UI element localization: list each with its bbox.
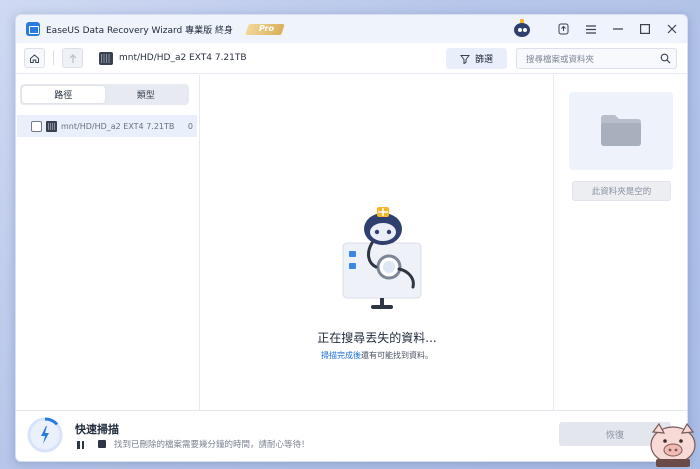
pro-badge-label: Pro xyxy=(258,24,275,33)
folder-icon xyxy=(601,115,641,146)
filter-icon xyxy=(459,54,470,64)
search-icon xyxy=(660,53,671,64)
drive-icon xyxy=(46,120,57,132)
search-placeholder: 搜尋檔案或資料夾 xyxy=(526,54,595,65)
toolbar-divider xyxy=(53,51,54,65)
preview-thumbnail xyxy=(569,92,673,170)
arrow-up-icon xyxy=(69,53,76,63)
assistant-robot-icon[interactable] xyxy=(510,19,534,39)
scan-status-rest: 還有可能找到資料。 xyxy=(361,351,433,360)
scan-type-title: 快速掃描 xyxy=(75,423,119,436)
tree-item-label: mnt/HD/HD_a2 EXT4 7.21TB xyxy=(61,121,175,131)
maximize-icon[interactable] xyxy=(631,15,658,43)
home-button[interactable] xyxy=(24,48,45,68)
scanning-robot-illustration xyxy=(342,207,422,309)
app-window: EaseUS Data Recovery Wizard 專業版 終身 Pro m… xyxy=(15,14,688,462)
scan-status-title: 正在搜尋丟失的資料... xyxy=(317,331,437,345)
main-content: 正在搜尋丟失的資料... 掃描完成後還有可能找到資料。 xyxy=(201,75,553,410)
tree-item-checkbox[interactable] xyxy=(31,120,42,132)
up-folder-button[interactable] xyxy=(62,48,83,68)
status-bar: 快速掃描 找到已刪除的檔案需要幾分鐘的時間，請耐心等待！ 恢復 xyxy=(16,410,687,461)
menu-icon[interactable] xyxy=(577,15,604,43)
app-logo-icon xyxy=(26,22,40,36)
home-icon xyxy=(30,53,39,63)
title-bar: EaseUS Data Recovery Wizard 專業版 終身 Pro xyxy=(16,15,687,43)
view-switch: 路徑 類型 xyxy=(20,84,189,105)
sidebar: 路徑 類型 mnt/HD/HD_a2 EXT4 7.21TB 0 xyxy=(16,75,200,410)
tab-path[interactable]: 路徑 xyxy=(22,86,105,103)
preview-panel: 此資料夾是空的 xyxy=(553,75,687,410)
tree-item-drive[interactable]: mnt/HD/HD_a2 EXT4 7.21TB 0 xyxy=(17,115,197,137)
close-icon[interactable] xyxy=(658,15,685,43)
tab-type[interactable]: 類型 xyxy=(105,86,188,103)
search-input[interactable]: 搜尋檔案或資料夾 xyxy=(516,48,677,69)
scan-status-subtitle: 掃描完成後還有可能找到資料。 xyxy=(201,350,553,361)
pro-badge: Pro xyxy=(241,22,285,36)
toolbar: mnt/HD/HD_a2 EXT4 7.21TB 篩選 搜尋檔案或資料夾 xyxy=(16,43,687,74)
current-path: mnt/HD/HD_a2 EXT4 7.21TB xyxy=(119,53,247,63)
scan-status-link: 掃描完成後 xyxy=(321,351,361,360)
stop-button[interactable] xyxy=(98,440,106,448)
tree-item-count: 0 xyxy=(187,121,193,131)
empty-folder-button[interactable]: 此資料夾是空的 xyxy=(572,181,671,201)
upgrade-icon[interactable] xyxy=(550,15,577,43)
scan-message: 找到已刪除的檔案需要幾分鐘的時間，請耐心等待！ xyxy=(114,440,310,450)
filter-button[interactable]: 篩選 xyxy=(446,48,507,69)
scan-progress-ring xyxy=(27,417,63,453)
drive-icon xyxy=(99,51,113,65)
app-title: EaseUS Data Recovery Wizard 專業版 終身 xyxy=(46,25,233,36)
minimize-icon[interactable] xyxy=(604,15,631,43)
mascot-watermark-icon xyxy=(650,422,696,467)
pause-button[interactable] xyxy=(77,440,87,450)
filter-label: 篩選 xyxy=(474,55,493,65)
